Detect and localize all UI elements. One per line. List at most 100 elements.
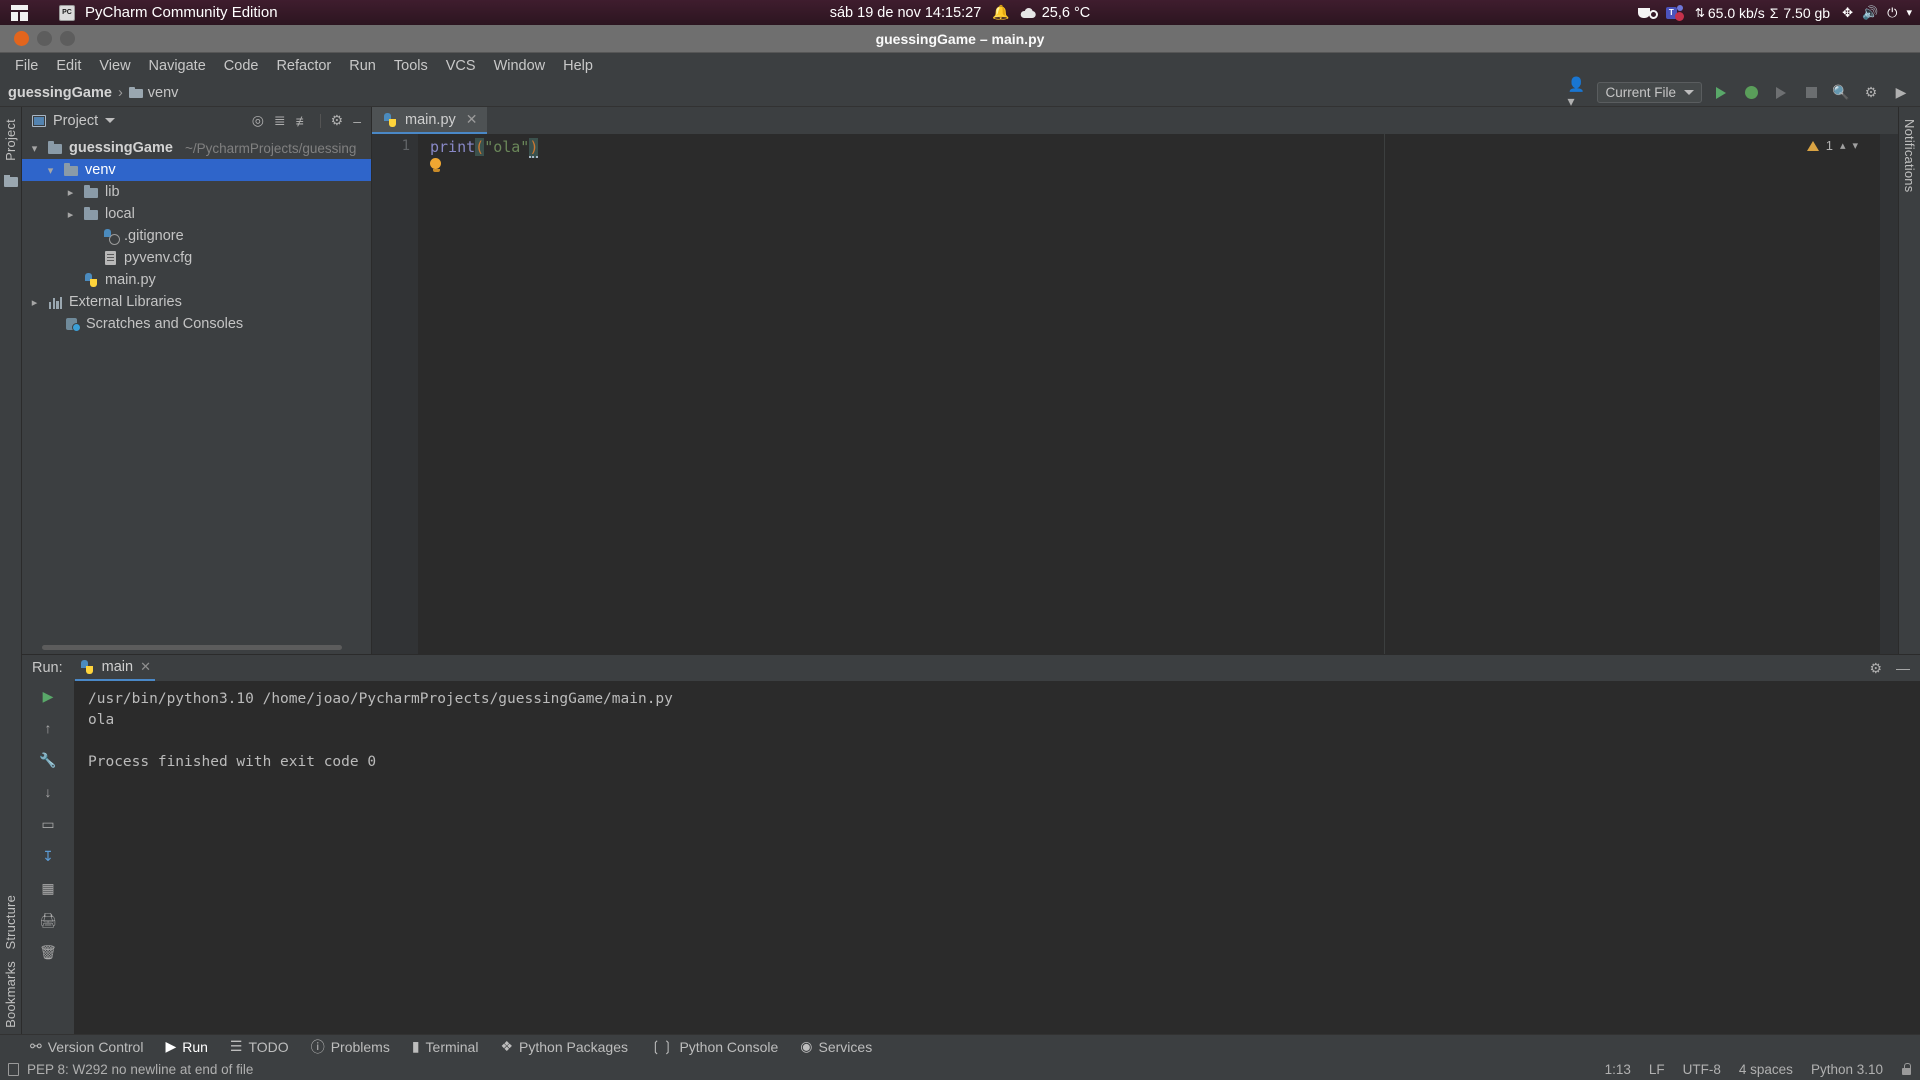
stop-button[interactable]: 🔧 <box>38 751 58 769</box>
tool-button-python-packages[interactable]: ❖ Python Packages <box>500 1038 628 1055</box>
python-interpreter[interactable]: Python 3.10 <box>1811 1062 1883 1077</box>
tree-row-lib[interactable]: ▸ lib <box>22 181 371 203</box>
tree-row-pyvenvcfg[interactable]: pyvenv.cfg <box>22 247 371 269</box>
rail-button-notifications[interactable]: Notifications <box>1902 113 1917 198</box>
stop-button[interactable] <box>1800 82 1822 104</box>
tool-button-todo[interactable]: ☰ TODO <box>230 1038 289 1055</box>
chevron-down-icon[interactable]: ▾ <box>1852 139 1858 152</box>
rail-button-bookmarks[interactable]: Bookmarks <box>3 955 18 1034</box>
scroll-up-button[interactable]: ↑ <box>38 719 58 737</box>
scroll-down-button[interactable]: ↓ <box>38 783 58 801</box>
notification-bell-icon[interactable]: 🔔 <box>992 4 1009 21</box>
tool-button-python-console[interactable]: ❲❳ Python Console <box>650 1038 778 1055</box>
menu-navigate[interactable]: Navigate <box>140 56 215 76</box>
run-configuration-selector[interactable]: Current File <box>1597 82 1702 103</box>
breadcrumb-project[interactable]: guessingGame <box>8 85 112 101</box>
tool-button-services[interactable]: ◉ Services <box>800 1038 872 1055</box>
status-message-area[interactable]: PEP 8: W292 no newline at end of file <box>8 1062 253 1077</box>
tree-row-mainpy[interactable]: main.py <box>22 269 371 291</box>
chevron-down-icon[interactable]: ▾ <box>28 142 41 155</box>
line-separator[interactable]: LF <box>1649 1062 1665 1077</box>
chevron-right-icon[interactable]: ▸ <box>64 186 77 199</box>
grid-button[interactable]: ▦ <box>38 879 58 897</box>
tree-row-external-libraries[interactable]: ▸ External Libraries <box>22 291 371 313</box>
bluetooth-icon[interactable]: ✥ <box>1842 5 1853 21</box>
run-tab-main[interactable]: main ✕ <box>74 655 155 681</box>
chevron-down-icon[interactable]: ▾ <box>44 164 57 177</box>
account-icon[interactable]: 👤▾ <box>1567 76 1589 109</box>
indent-setting[interactable]: 4 spaces <box>1739 1062 1793 1077</box>
menu-help[interactable]: Help <box>554 56 602 76</box>
tool-button-problems[interactable]: ⓘ Problems <box>311 1037 390 1057</box>
breadcrumb-venv[interactable]: venv <box>128 85 178 101</box>
rerun-button[interactable]: ▶ <box>38 687 58 705</box>
editor-gutter[interactable]: 1 <box>372 134 418 654</box>
menu-view[interactable]: View <box>90 56 139 76</box>
tool-button-terminal[interactable]: ▮ Terminal <box>412 1038 479 1055</box>
chevron-up-icon[interactable]: ▴ <box>1840 139 1846 152</box>
close-button[interactable] <box>14 31 29 46</box>
event-log-icon[interactable] <box>8 1062 19 1076</box>
weather-indicator[interactable]: 25,6 °C <box>1020 5 1090 21</box>
menu-tools[interactable]: Tools <box>385 56 437 76</box>
run-with-coverage-button[interactable] <box>1770 82 1792 104</box>
inspection-widget[interactable]: 1 ▴ ▾ <box>1806 138 1858 153</box>
select-opened-file-icon[interactable]: ◎ <box>252 112 264 129</box>
volume-icon[interactable]: 🔊 <box>1862 5 1878 21</box>
network-speed-indicator[interactable]: ⇅ 65.0 kb/s Σ 7.50 gb <box>1695 5 1830 21</box>
power-icon[interactable]: ⏻ <box>1887 5 1897 21</box>
scrollbar-thumb[interactable] <box>42 645 342 650</box>
rail-button-project[interactable]: Project <box>3 113 18 167</box>
run-console[interactable]: /usr/bin/python3.10 /home/joao/PycharmPr… <box>74 681 1920 1034</box>
run-button[interactable] <box>1710 82 1732 104</box>
coffee-cup-icon[interactable] <box>1637 6 1658 19</box>
menu-edit[interactable]: Edit <box>47 56 90 76</box>
caret-position[interactable]: 1:13 <box>1605 1062 1631 1077</box>
file-encoding[interactable]: UTF-8 <box>1683 1062 1721 1077</box>
rail-button-structure[interactable]: Structure <box>3 889 18 956</box>
close-icon[interactable]: ✕ <box>140 659 151 675</box>
read-only-lock-icon[interactable] <box>1901 1063 1912 1075</box>
settings-gear-icon[interactable]: ⚙ <box>1860 82 1882 104</box>
os-clock[interactable]: sáb 19 de nov 14:15:27 <box>830 5 982 21</box>
menu-run[interactable]: Run <box>340 56 385 76</box>
code-editor[interactable]: print("ola") 1 ▴ ▾ <box>418 134 1880 654</box>
tree-row-venv[interactable]: ▾ venv <box>22 159 371 181</box>
expand-all-icon[interactable]: ≣ <box>274 112 286 129</box>
chevron-down-icon[interactable]: ▾ <box>1906 6 1912 19</box>
tool-button-version-control[interactable]: ⚯ Version Control <box>30 1038 143 1055</box>
debug-button[interactable] <box>1740 82 1762 104</box>
maximize-button[interactable] <box>60 31 75 46</box>
editor-scrollbar[interactable] <box>1880 134 1898 654</box>
tab-main-py[interactable]: main.py ✕ <box>372 107 487 134</box>
print-button[interactable]: 🖨 <box>38 911 58 929</box>
project-panel-title[interactable]: Project <box>32 113 116 129</box>
menu-code[interactable]: Code <box>215 56 268 76</box>
ubuntu-apps-icon[interactable] <box>4 0 34 25</box>
os-app-title[interactable]: PyCharm Community Edition <box>85 4 278 21</box>
chevron-right-icon[interactable]: ▸ <box>28 296 41 309</box>
trash-button[interactable]: 🗑 <box>38 943 58 961</box>
soft-wrap-button[interactable]: ▭ <box>38 815 58 833</box>
gear-icon[interactable]: ⚙ <box>331 112 344 129</box>
collapse-all-icon[interactable]: ≢ <box>296 113 310 129</box>
menu-vcs[interactable]: VCS <box>437 56 485 76</box>
chevron-right-icon[interactable]: ▸ <box>64 208 77 221</box>
tree-row-gitignore[interactable]: .gitignore <box>22 225 371 247</box>
menu-refactor[interactable]: Refactor <box>267 56 340 76</box>
tree-row-scratches[interactable]: Scratches and Consoles <box>22 313 371 335</box>
chevron-down-icon[interactable] <box>105 118 116 123</box>
tree-row-guessinggame[interactable]: ▾ guessingGame ~/PycharmProjects/guessin… <box>22 137 371 159</box>
hide-icon[interactable]: – <box>353 113 361 129</box>
search-everywhere-icon[interactable]: 🔍 <box>1830 82 1852 104</box>
scroll-to-end-button[interactable]: ↧ <box>38 847 58 865</box>
project-horizontal-scrollbar[interactable] <box>22 642 371 654</box>
minimize-button[interactable] <box>37 31 52 46</box>
hide-icon[interactable]: — <box>1896 660 1910 676</box>
menu-file[interactable]: File <box>6 56 47 76</box>
code-line-1[interactable]: print("ola") <box>418 138 1880 158</box>
gear-icon[interactable]: ⚙ <box>1869 660 1882 677</box>
menu-window[interactable]: Window <box>485 56 555 76</box>
project-folder-icon[interactable] <box>3 174 18 187</box>
teams-icon[interactable]: T <box>1665 5 1684 21</box>
